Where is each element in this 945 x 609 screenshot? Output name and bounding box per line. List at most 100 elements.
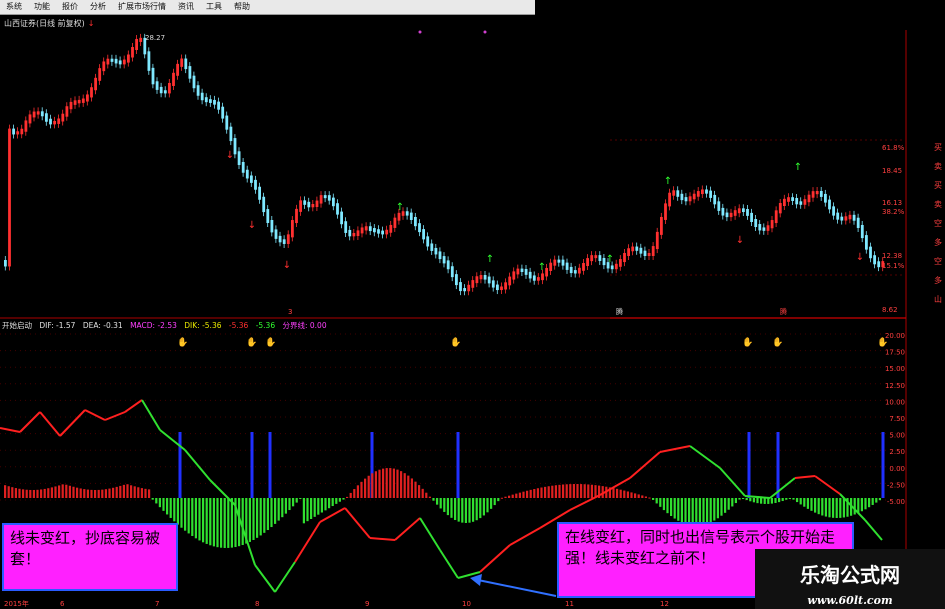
candle — [81, 98, 85, 103]
candle — [582, 263, 585, 271]
candle — [799, 201, 803, 205]
macd-histogram-bar — [162, 498, 165, 511]
signal-arrow-icon-9: ↑ — [794, 162, 802, 173]
candle — [639, 247, 643, 254]
candle — [877, 261, 881, 268]
candle — [90, 87, 93, 98]
macd-histogram-bar — [662, 498, 665, 511]
candle — [467, 284, 471, 292]
macd-histogram-bar — [461, 498, 464, 523]
candle — [122, 59, 126, 65]
macd-histogram-bar — [22, 489, 25, 498]
candle — [824, 193, 827, 203]
signal-arrow-icon-1: ↓ — [248, 220, 256, 231]
signal-bar-7 — [881, 432, 885, 498]
macd-histogram-bar — [144, 488, 147, 498]
macd-histogram-bar — [572, 484, 575, 498]
macd-histogram-bar — [630, 492, 633, 498]
macd-histogram-bar — [677, 498, 680, 521]
candle — [680, 193, 684, 201]
macd-histogram-bar — [425, 492, 428, 498]
macd-histogram-bar — [482, 498, 485, 516]
candle — [77, 99, 81, 104]
macd-histogram-bar — [29, 489, 32, 498]
macd-histogram-bar — [122, 484, 125, 498]
dea-value: DEA: -0.31 — [82, 321, 123, 330]
dif-line-segment — [254, 564, 276, 593]
candle — [168, 82, 171, 94]
dif-line-segment — [769, 477, 796, 499]
macd-axis-label-9: -2.50 — [887, 481, 905, 489]
dif-line-segment — [509, 527, 541, 546]
candle — [229, 126, 233, 142]
macd-axis-label-8: 0.00 — [889, 465, 905, 473]
candle — [446, 260, 450, 270]
macd-histogram-bar — [43, 488, 46, 498]
macd-histogram-bar — [749, 498, 752, 502]
macd-histogram-bar — [540, 487, 543, 498]
indicator-line: 开始启动 DIF: -1.57 DEA: -0.31 MACD: -2.53 D… — [2, 320, 332, 331]
dif-line-segment — [124, 399, 143, 413]
macd-histogram-bar — [832, 498, 835, 518]
macd-histogram-bar — [140, 488, 143, 498]
macd-histogram-bar — [666, 498, 669, 514]
macd-histogram-bar — [824, 498, 827, 517]
macd-histogram-bar — [684, 498, 687, 525]
candle — [705, 189, 708, 194]
macd-histogram-bar — [126, 484, 129, 498]
candle — [733, 210, 737, 216]
candle — [291, 220, 294, 238]
candle — [828, 199, 831, 210]
candle — [98, 68, 102, 81]
dif-line-segment — [319, 507, 346, 523]
dif-line-segment — [394, 517, 421, 541]
candle — [455, 274, 458, 286]
price-axis-label-0: 61.8% — [882, 144, 905, 152]
macd-histogram-bar — [835, 498, 838, 518]
macd-histogram-bar — [277, 498, 280, 521]
macd-histogram-bar — [810, 498, 813, 511]
candle — [340, 211, 343, 225]
candle — [701, 189, 704, 195]
macd-histogram-bar — [306, 498, 309, 522]
macd-histogram-bar — [324, 498, 327, 511]
watermark: 乐淘公式网 www.60lt.com — [755, 549, 945, 609]
candle — [569, 266, 573, 274]
macd-histogram-bar — [209, 498, 212, 546]
macd-histogram-bar — [518, 492, 521, 498]
candle — [770, 220, 774, 229]
macd-histogram-bar — [497, 498, 500, 502]
candle — [532, 275, 536, 281]
macd-histogram-bar — [562, 484, 565, 498]
macd-histogram-bar — [526, 490, 529, 498]
candle — [557, 259, 561, 263]
candle — [442, 256, 446, 264]
macd-histogram-bar — [781, 498, 784, 502]
dif-line-segment — [689, 445, 721, 469]
bottom-mark-2: 腾 — [780, 307, 787, 316]
candle — [553, 259, 557, 266]
macd-histogram-bar — [241, 498, 244, 546]
macd-histogram-bar — [616, 488, 619, 498]
macd-histogram-bar — [169, 498, 172, 518]
macd-histogram-bar — [871, 498, 874, 505]
macd-histogram-bar — [133, 486, 136, 498]
candle — [688, 196, 692, 202]
dif-line-segment — [814, 475, 841, 495]
macd-histogram-bar — [11, 487, 14, 498]
candle — [537, 277, 540, 281]
candle — [163, 90, 167, 94]
candle — [795, 197, 799, 205]
macd-histogram-bar — [828, 498, 831, 518]
candle — [344, 221, 348, 233]
macd-histogram-bar — [58, 485, 61, 498]
candle — [336, 203, 339, 215]
macd-histogram-bar — [472, 498, 475, 522]
macd-histogram-bar — [637, 494, 640, 498]
bottom-mark-0: 3 — [288, 308, 292, 316]
candle — [541, 273, 544, 281]
candle — [856, 217, 860, 228]
candle — [651, 246, 655, 256]
macd-histogram-bar — [680, 498, 683, 523]
macd-axis-label-6: 5.00 — [889, 432, 905, 440]
